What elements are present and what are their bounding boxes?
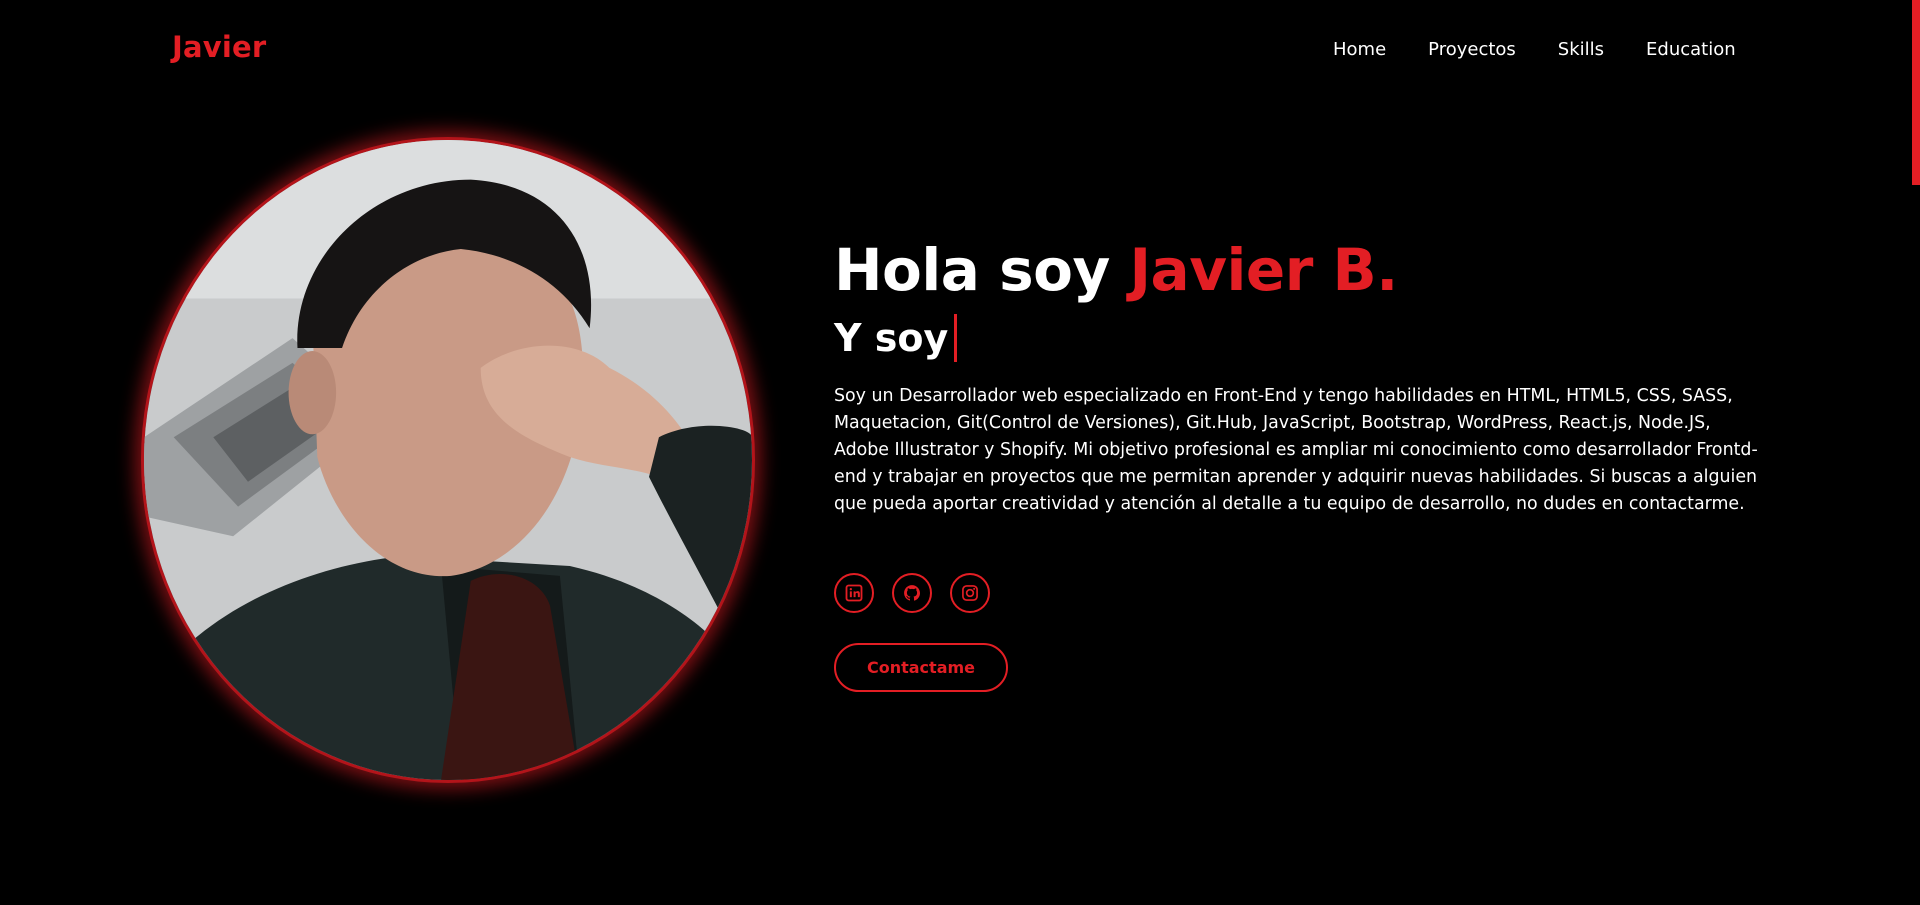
scroll-progress-bar[interactable] — [1912, 0, 1920, 185]
contact-button[interactable]: Contactame — [834, 643, 1008, 692]
github-link[interactable] — [892, 573, 932, 613]
linkedin-icon — [845, 584, 863, 602]
social-links — [834, 573, 1008, 613]
main-nav: Home Proyectos Skills Education — [1333, 39, 1736, 60]
hero-greeting: Hola soy Javier B. — [834, 236, 1398, 304]
hero-bio: Soy un Desarrollador web especializado e… — [834, 386, 1758, 514]
hero-role: Y soy — [834, 314, 958, 362]
instagram-icon — [962, 585, 978, 601]
role-prefix: Y soy — [834, 316, 949, 360]
github-icon — [904, 585, 920, 601]
page: Javier Home Proyectos Skills Education H… — [0, 0, 1920, 905]
nav-education[interactable]: Education — [1646, 39, 1736, 60]
nav-home[interactable]: Home — [1333, 39, 1386, 60]
typing-cursor — [954, 314, 958, 362]
profile-photo-illustration — [144, 140, 752, 780]
logo-link[interactable]: Javier — [172, 30, 266, 64]
profile-photo — [141, 137, 755, 783]
instagram-link[interactable] — [950, 573, 990, 613]
greeting-prefix: Hola soy — [834, 236, 1130, 304]
greeting-name: Javier B. — [1129, 236, 1398, 304]
linkedin-link[interactable] — [834, 573, 874, 613]
nav-skills[interactable]: Skills — [1558, 39, 1604, 60]
nav-proyectos[interactable]: Proyectos — [1428, 39, 1516, 60]
